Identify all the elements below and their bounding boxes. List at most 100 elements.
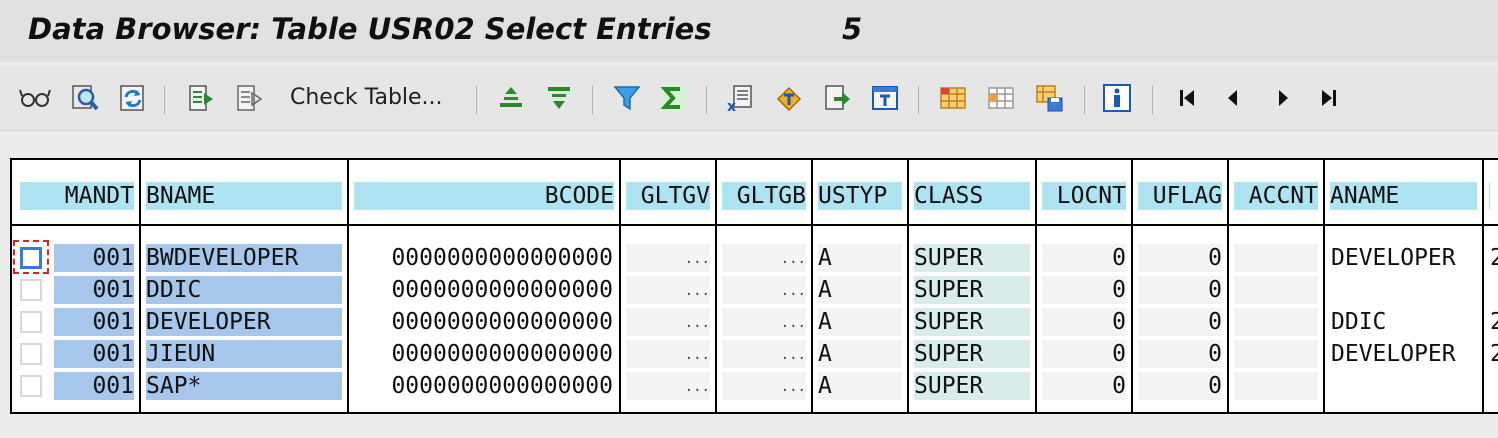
- last-page-icon[interactable]: [1312, 82, 1346, 114]
- cell-gltgv[interactable]: ...: [626, 276, 710, 304]
- cell-uflag[interactable]: 0: [1138, 276, 1222, 304]
- cell-gltgv[interactable]: ...: [626, 244, 710, 272]
- cell-aname[interactable]: DDIC: [1331, 308, 1476, 336]
- cell-ustyp[interactable]: A: [818, 244, 902, 272]
- cell-aname[interactable]: [1331, 276, 1476, 304]
- glasses-icon[interactable]: [18, 82, 52, 114]
- deselect-all-icon[interactable]: [232, 82, 266, 114]
- sum-icon[interactable]: [656, 82, 690, 114]
- next-page-icon[interactable]: [1266, 82, 1300, 114]
- column-header-gltgv[interactable]: GLTGV: [626, 182, 710, 210]
- cell-locnt[interactable]: 0: [1042, 276, 1126, 304]
- cell-accnt[interactable]: [1234, 308, 1318, 336]
- row-select-checkbox[interactable]: [20, 279, 42, 301]
- cell-gltgb[interactable]: ...: [722, 308, 806, 336]
- cell-accnt[interactable]: [1234, 244, 1318, 272]
- cell-mandt[interactable]: 001: [54, 308, 134, 336]
- cell-b[interactable]: [1490, 372, 1498, 400]
- first-page-icon[interactable]: [1170, 82, 1204, 114]
- cell-aname[interactable]: DEVELOPER: [1331, 340, 1476, 368]
- row-select-checkbox[interactable]: [20, 375, 42, 397]
- column-divider: [139, 160, 141, 414]
- change-layout-icon[interactable]: [984, 82, 1018, 114]
- cell-gltgb[interactable]: ...: [722, 340, 806, 368]
- column-header-bcode[interactable]: BCODE: [354, 182, 614, 210]
- cell-bcode[interactable]: 0000000000000000: [355, 276, 613, 304]
- info-icon[interactable]: [1100, 82, 1134, 114]
- previous-page-icon[interactable]: [1216, 82, 1250, 114]
- column-header-b[interactable]: B: [1489, 182, 1490, 210]
- layout-icon[interactable]: [868, 82, 902, 114]
- column-divider: [907, 160, 909, 414]
- cell-locnt[interactable]: 0: [1042, 308, 1126, 336]
- cell-locnt[interactable]: 0: [1042, 340, 1126, 368]
- cell-accnt[interactable]: [1234, 372, 1318, 400]
- cell-bcode[interactable]: 0000000000000000: [355, 372, 613, 400]
- cell-locnt[interactable]: 0: [1042, 372, 1126, 400]
- cell-uflag[interactable]: 0: [1138, 244, 1222, 272]
- cell-class[interactable]: SUPER: [914, 244, 1030, 272]
- cell-b[interactable]: 2: [1490, 340, 1498, 368]
- cell-aname[interactable]: [1331, 372, 1476, 400]
- cell-bcode[interactable]: 0000000000000000: [355, 308, 613, 336]
- cell-ustyp[interactable]: A: [818, 372, 902, 400]
- cell-accnt[interactable]: [1234, 276, 1318, 304]
- cell-bname[interactable]: SAP*: [146, 372, 342, 400]
- cell-class[interactable]: SUPER: [914, 276, 1030, 304]
- download-icon[interactable]: [820, 82, 854, 114]
- cell-gltgv[interactable]: ...: [626, 308, 710, 336]
- cell-gltgv[interactable]: ...: [626, 340, 710, 368]
- cell-bname[interactable]: DDIC: [146, 276, 342, 304]
- cell-mandt[interactable]: 001: [54, 372, 134, 400]
- column-header-class[interactable]: CLASS: [914, 182, 1030, 210]
- cell-mandt[interactable]: 001: [54, 244, 134, 272]
- choose-columns-icon[interactable]: [936, 82, 970, 114]
- cell-uflag[interactable]: 0: [1138, 308, 1222, 336]
- cell-uflag[interactable]: 0: [1138, 372, 1222, 400]
- column-header-bname[interactable]: BNAME: [146, 182, 342, 210]
- cell-b[interactable]: 2: [1490, 308, 1498, 336]
- cell-mandt[interactable]: 001: [54, 276, 134, 304]
- cell-mandt[interactable]: 001: [54, 340, 134, 368]
- filter-icon[interactable]: [610, 82, 644, 114]
- cell-bname[interactable]: DEVELOPER: [146, 308, 342, 336]
- export-excel-icon[interactable]: x: [722, 82, 756, 114]
- cell-bname[interactable]: JIEUN: [146, 340, 342, 368]
- cell-b[interactable]: [1490, 276, 1498, 304]
- cell-aname[interactable]: DEVELOPER: [1331, 244, 1476, 272]
- sort-ascending-icon[interactable]: [494, 82, 528, 114]
- column-header-ustyp[interactable]: USTYP: [818, 182, 902, 210]
- cell-gltgb[interactable]: ...: [722, 244, 806, 272]
- print-icon[interactable]: [772, 82, 806, 114]
- select-all-icon[interactable]: [184, 82, 218, 114]
- cell-bname[interactable]: BWDEVELOPER: [146, 244, 342, 272]
- refresh-icon[interactable]: [116, 82, 150, 114]
- sort-descending-icon[interactable]: [542, 82, 576, 114]
- column-header-gltgb[interactable]: GLTGB: [722, 182, 806, 210]
- cell-accnt[interactable]: [1234, 340, 1318, 368]
- cell-b[interactable]: 2: [1490, 244, 1498, 272]
- column-header-accnt[interactable]: ACCNT: [1234, 182, 1318, 210]
- cell-bcode[interactable]: 0000000000000000: [355, 340, 613, 368]
- cell-gltgv[interactable]: ...: [626, 372, 710, 400]
- cell-ustyp[interactable]: A: [818, 308, 902, 336]
- cell-bcode[interactable]: 0000000000000000: [355, 244, 613, 272]
- column-header-mandt[interactable]: MANDT: [20, 182, 134, 210]
- cell-class[interactable]: SUPER: [914, 372, 1030, 400]
- cell-class[interactable]: SUPER: [914, 308, 1030, 336]
- check-table-button[interactable]: Check Table...: [290, 83, 443, 113]
- cell-ustyp[interactable]: A: [818, 340, 902, 368]
- details-icon[interactable]: [68, 82, 102, 114]
- cell-ustyp[interactable]: A: [818, 276, 902, 304]
- cell-uflag[interactable]: 0: [1138, 340, 1222, 368]
- save-layout-icon[interactable]: [1032, 82, 1066, 114]
- column-header-uflag[interactable]: UFLAG: [1138, 182, 1222, 210]
- cell-locnt[interactable]: 0: [1042, 244, 1126, 272]
- row-select-checkbox[interactable]: [20, 343, 42, 365]
- cell-gltgb[interactable]: ...: [722, 276, 806, 304]
- row-select-checkbox[interactable]: [20, 311, 42, 333]
- column-header-locnt[interactable]: LOCNT: [1042, 182, 1126, 210]
- column-header-aname[interactable]: ANAME: [1330, 182, 1477, 210]
- cell-gltgb[interactable]: ...: [722, 372, 806, 400]
- cell-class[interactable]: SUPER: [914, 340, 1030, 368]
